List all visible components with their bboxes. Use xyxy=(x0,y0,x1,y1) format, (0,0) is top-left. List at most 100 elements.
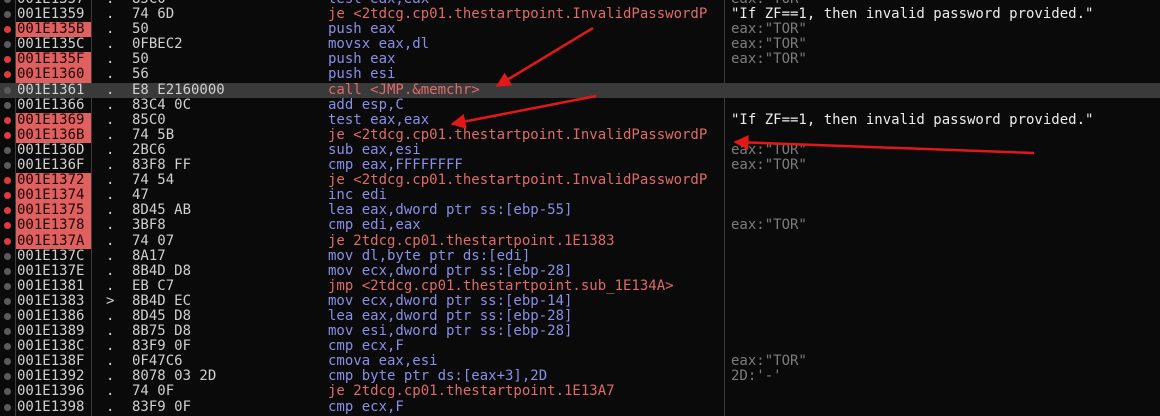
instruction[interactable]: cmova eax,esi xyxy=(328,354,724,369)
breakpoint-gutter[interactable] xyxy=(0,309,15,324)
disasm-row[interactable]: 001E1374. 47 inc edi xyxy=(0,188,1160,204)
comment[interactable]: "If ZF==1, then invalid password provide… xyxy=(731,7,1093,22)
address[interactable]: 001E136F xyxy=(15,158,91,173)
address[interactable]: 001E1366 xyxy=(15,98,91,113)
address[interactable]: 001E1369 xyxy=(15,112,91,128)
breakpoint-dot-icon[interactable] xyxy=(4,26,11,34)
address[interactable]: 001E1396 xyxy=(15,384,91,399)
disasm-row[interactable]: 001E1361. E8 E2160000 call <JMP.&memchr> xyxy=(0,82,1160,98)
disasm-row[interactable]: 001E1392. 8078 03 2D cmp byte ptr ds:[eax+… xyxy=(0,369,1160,384)
comment[interactable]: eax:"TOR" xyxy=(731,22,807,37)
address[interactable]: 001E1378 xyxy=(15,218,91,234)
breakpoint-gutter[interactable] xyxy=(0,203,15,218)
instruction[interactable]: je 2tdcg.cp01.thestartpoint.1E13A7 xyxy=(328,384,724,399)
address[interactable]: 001E135C xyxy=(15,37,91,52)
address[interactable]: 001E1357 xyxy=(15,0,91,7)
breakpoint-dot-icon[interactable] xyxy=(4,56,11,64)
address[interactable]: 001E135B xyxy=(15,22,91,38)
breakpoint-dot-icon[interactable] xyxy=(4,116,11,124)
instruction[interactable]: mov dl,byte ptr ds:[edi] xyxy=(328,249,724,264)
breakpoint-gutter[interactable] xyxy=(0,22,15,37)
breakpoint-gutter[interactable] xyxy=(0,294,15,309)
address[interactable]: 001E1386 xyxy=(15,309,91,324)
disasm-row[interactable]: 001E136F. 83F8 FF cmp eax,FFFFFFFF eax:"TOR… xyxy=(0,158,1160,173)
gutter-dot-icon[interactable] xyxy=(4,101,11,109)
breakpoint-gutter[interactable] xyxy=(0,369,15,384)
breakpoint-dot-icon[interactable] xyxy=(4,222,11,230)
breakpoint-dot-icon[interactable] xyxy=(4,177,11,185)
disasm-row[interactable]: 001E137C. 8A17 mov dl,byte ptr ds:[edi] xyxy=(0,249,1160,264)
instruction[interactable]: mov ecx,dword ptr ss:[ebp-28] xyxy=(328,264,724,279)
address[interactable]: 001E138C xyxy=(15,339,91,354)
disasm-row[interactable]: 001E136D. 2BC6 sub eax,esi eax:"TOR" xyxy=(0,143,1160,158)
address[interactable]: 001E1360 xyxy=(15,67,91,83)
disasm-row[interactable]: 001E135B. 50 push eax eax:"TOR" xyxy=(0,22,1160,38)
breakpoint-gutter[interactable] xyxy=(0,264,15,279)
gutter-dot-icon[interactable] xyxy=(4,146,11,154)
address[interactable]: 001E136D xyxy=(15,143,91,158)
instruction[interactable]: cmp eax,FFFFFFFF xyxy=(328,158,724,173)
disasm-row[interactable]: 001E136B. 74 5B je <2tdcg.cp01.thestartpoi… xyxy=(0,127,1160,143)
address[interactable]: 001E137E xyxy=(15,264,91,279)
breakpoint-gutter[interactable] xyxy=(0,173,15,188)
breakpoint-gutter[interactable] xyxy=(0,324,15,339)
instruction[interactable]: je <2tdcg.cp01.thestartpoint.InvalidPass… xyxy=(328,7,724,22)
disasm-row[interactable]: 001E1383 >8B4D EC mov ecx,dword ptr ss:[eb… xyxy=(0,294,1160,309)
instruction[interactable]: jmp <2tdcg.cp01.thestartpoint.sub_1E134A… xyxy=(328,279,724,294)
disasm-row[interactable]: 001E1372. 74 54 je <2tdcg.cp01.thestartpoi… xyxy=(0,173,1160,189)
address[interactable]: 001E1361 xyxy=(15,83,91,98)
breakpoint-gutter[interactable] xyxy=(0,98,15,113)
breakpoint-gutter[interactable] xyxy=(0,83,15,98)
gutter-dot-icon[interactable] xyxy=(4,162,11,170)
breakpoint-gutter[interactable] xyxy=(0,400,15,415)
instruction[interactable]: lea eax,dword ptr ss:[ebp-28] xyxy=(328,309,724,324)
breakpoint-gutter[interactable] xyxy=(0,67,15,82)
disasm-row[interactable]: 001E138F. 0F47C6 cmova eax,esi eax:"TOR" xyxy=(0,354,1160,369)
instruction[interactable]: mov esi,dword ptr ss:[ebp-28] xyxy=(328,324,724,339)
instruction[interactable]: cmp ecx,F xyxy=(328,339,724,354)
instruction[interactable]: test eax,eax xyxy=(328,0,724,7)
address[interactable]: 001E1375 xyxy=(15,203,91,219)
breakpoint-dot-icon[interactable] xyxy=(4,237,11,245)
instruction[interactable]: call <JMP.&memchr> xyxy=(328,83,724,98)
disasm-row[interactable]: 001E1386. 8D45 D8 lea eax,dword ptr ss:[eb… xyxy=(0,309,1160,324)
disasm-row[interactable]: 001E137A. 74 07 je 2tdcg.cp01.thestartpoin… xyxy=(0,233,1160,249)
breakpoint-dot-icon[interactable] xyxy=(4,71,11,79)
gutter-dot-icon[interactable] xyxy=(4,0,11,3)
gutter-dot-icon[interactable] xyxy=(4,403,11,411)
breakpoint-dot-icon[interactable] xyxy=(4,207,11,215)
instruction[interactable]: push esi xyxy=(328,67,724,82)
instruction[interactable]: sub eax,esi xyxy=(328,143,724,158)
address[interactable]: 001E135F xyxy=(15,52,91,68)
comment[interactable]: eax:"TOR" xyxy=(731,158,807,173)
gutter-dot-icon[interactable] xyxy=(4,252,11,260)
breakpoint-gutter[interactable] xyxy=(0,128,15,143)
gutter-dot-icon[interactable] xyxy=(4,297,11,305)
disasm-row[interactable]: 001E1359. 74 6D je <2tdcg.cp01.thestartpoi… xyxy=(0,7,1160,22)
breakpoint-gutter[interactable] xyxy=(0,0,15,7)
breakpoint-gutter[interactable] xyxy=(0,218,15,233)
disasm-row[interactable]: 001E1398. 83F9 0F cmp ecx,F xyxy=(0,400,1160,415)
gutter-dot-icon[interactable] xyxy=(4,358,11,366)
instruction[interactable]: je <2tdcg.cp01.thestartpoint.InvalidPass… xyxy=(328,173,724,188)
instruction[interactable]: cmp ecx,F xyxy=(328,400,724,415)
comment[interactable]: eax:"TOR" xyxy=(731,354,807,369)
gutter-dot-icon[interactable] xyxy=(4,373,11,381)
address[interactable]: 001E1389 xyxy=(15,324,91,339)
address[interactable]: 001E1359 xyxy=(15,7,91,22)
instruction[interactable]: movsx eax,dl xyxy=(328,37,724,52)
disasm-row[interactable]: 001E137E. 8B4D D8 mov ecx,dword ptr ss:[eb… xyxy=(0,264,1160,279)
gutter-dot-icon[interactable] xyxy=(4,343,11,351)
comment[interactable]: 2D:'-' xyxy=(731,369,782,384)
disasm-row[interactable]: 001E135F. 50 push eax eax:"TOR" xyxy=(0,52,1160,68)
breakpoint-dot-icon[interactable] xyxy=(4,192,11,200)
comment[interactable]: eax:"TOR" xyxy=(731,52,807,67)
breakpoint-dot-icon[interactable] xyxy=(4,131,11,139)
breakpoint-gutter[interactable] xyxy=(0,384,15,399)
breakpoint-gutter[interactable] xyxy=(0,354,15,369)
breakpoint-gutter[interactable] xyxy=(0,234,15,249)
comment[interactable]: eax:"TOR" xyxy=(731,218,807,233)
address[interactable]: 001E1374 xyxy=(15,188,91,204)
breakpoint-gutter[interactable] xyxy=(0,158,15,173)
address[interactable]: 001E1372 xyxy=(15,173,91,189)
